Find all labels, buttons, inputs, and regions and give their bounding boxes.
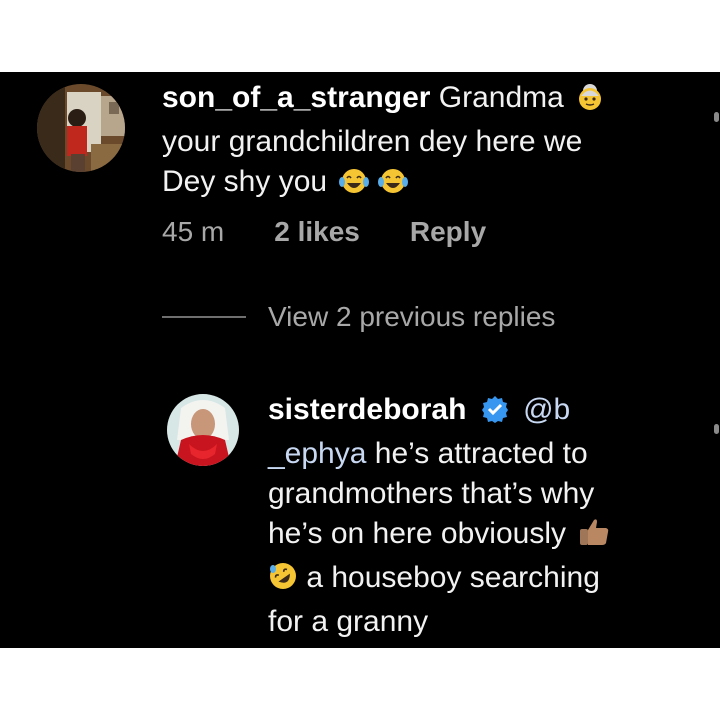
thumbs-up-icon <box>578 517 610 558</box>
comment-username[interactable]: son_of_a_stranger <box>162 81 430 114</box>
verified-badge-icon <box>481 394 509 434</box>
reply-text-line5: a houseboy searching <box>298 561 600 594</box>
rolling-laughing-icon <box>268 561 298 602</box>
reply-text-line4: he’s on here obviously <box>268 517 566 550</box>
reply-mention[interactable]: @b <box>523 393 570 426</box>
reply-body: sisterdeborah @b _ephya he’s attracted t… <box>268 390 688 642</box>
likes-count[interactable]: 2 likes <box>274 216 360 248</box>
reply-text-line2: he’s attracted to <box>366 437 588 470</box>
reply-text-line6: for a granny <box>268 605 429 638</box>
comment-text-line2: your grandchildren dey here we <box>162 125 583 158</box>
comment-text-line3: Dey shy you <box>162 165 328 198</box>
comment-timestamp: 45 m <box>162 216 225 247</box>
reply-text-line3: grandmothers that’s why <box>268 477 595 510</box>
comments-panel: son_of_a_stranger Grandma your grandchil… <box>0 72 720 648</box>
like-heart-icon[interactable] <box>714 112 719 122</box>
tears-of-joy-icon <box>377 166 408 206</box>
avatar[interactable] <box>167 394 239 466</box>
avatar-photo <box>37 84 125 172</box>
comment-text-line1: Grandma <box>438 81 564 114</box>
older-woman-icon <box>576 82 604 122</box>
like-heart-icon[interactable] <box>714 424 719 434</box>
comment-body: son_of_a_stranger Grandma your grandchil… <box>162 78 662 206</box>
view-replies-button[interactable]: View 2 previous replies <box>162 301 555 333</box>
comment-meta: 45 m 2 likes Reply <box>162 212 486 252</box>
replies-divider <box>162 316 246 318</box>
view-replies-label: View 2 previous replies <box>268 301 556 332</box>
reply-username[interactable]: sisterdeborah <box>268 393 466 426</box>
tears-of-joy-icon <box>339 166 370 206</box>
reply-mention-continued[interactable]: _ephya <box>268 437 366 470</box>
avatar-photo <box>167 394 239 466</box>
reply-button[interactable]: Reply <box>410 216 486 248</box>
avatar[interactable] <box>37 84 125 172</box>
